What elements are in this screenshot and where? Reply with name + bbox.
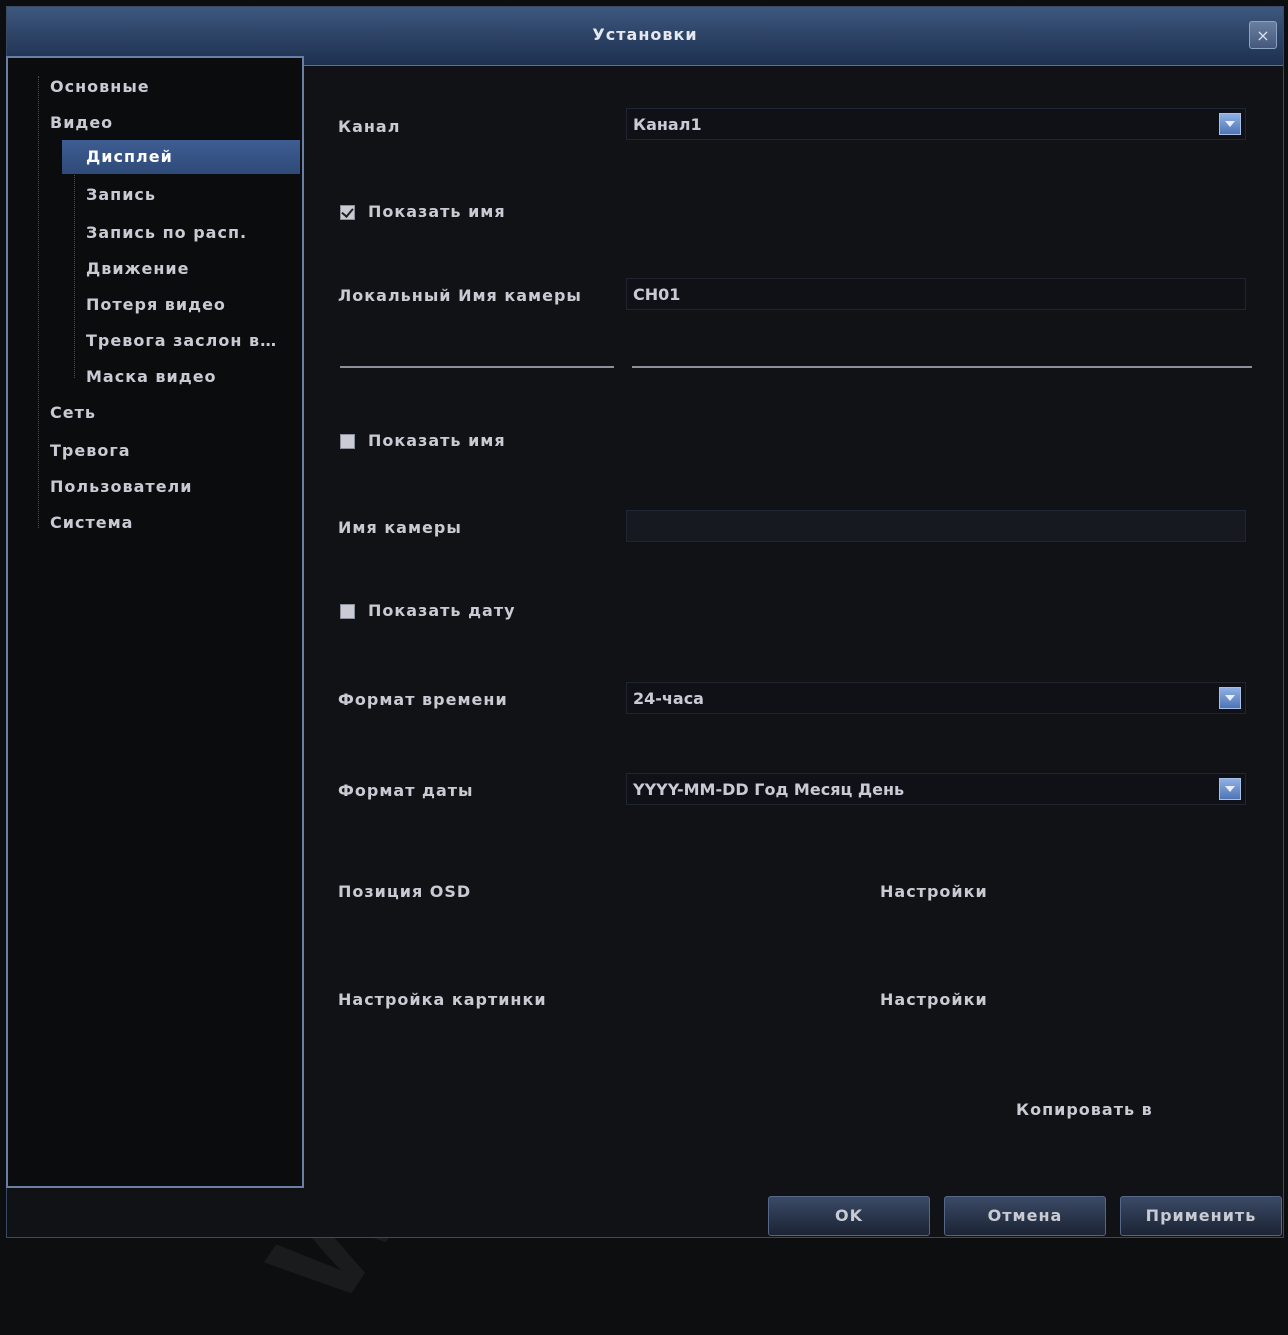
copy-to-button[interactable]: Копировать в — [1016, 1100, 1153, 1119]
show-name-label: Показать имя — [368, 202, 506, 221]
chevron-down-icon[interactable] — [1219, 687, 1241, 709]
show-date-label: Показать дату — [368, 601, 516, 620]
osd-position-label: Позиция OSD — [338, 882, 472, 901]
tree-item-tamper-alarm[interactable]: Тревога заслон в… — [86, 324, 277, 358]
cancel-button[interactable]: Отмена — [944, 1196, 1106, 1236]
time-format-label: Формат времени — [338, 690, 508, 709]
date-format-label: Формат даты — [338, 781, 474, 800]
chevron-down-icon[interactable] — [1219, 778, 1241, 800]
divider — [632, 366, 1252, 368]
show-name-2-label: Показать имя — [368, 431, 506, 450]
local-camera-name-input[interactable]: CH01 — [626, 278, 1246, 310]
camera-name-input[interactable] — [626, 510, 1246, 542]
tree-item-display[interactable]: Дисплей — [62, 140, 300, 174]
date-format-select[interactable]: YYYY-MM-DD Год Месяц День — [626, 773, 1246, 805]
tree-item-system[interactable]: Система — [50, 506, 133, 540]
channel-value: Канал1 — [633, 115, 702, 134]
tree-item-record[interactable]: Запись — [86, 178, 156, 212]
divider — [340, 366, 614, 368]
window-title: Установки — [592, 25, 698, 44]
osd-settings-button[interactable]: Настройки — [880, 882, 988, 901]
chevron-down-icon[interactable] — [1219, 113, 1241, 135]
picture-settings-label: Настройка картинки — [338, 990, 547, 1009]
tree-item-basic[interactable]: Основные — [50, 70, 150, 104]
tree-item-users[interactable]: Пользователи — [50, 470, 192, 504]
picture-settings-button[interactable]: Настройки — [880, 990, 988, 1009]
local-camera-name-label: Локальный Имя камеры — [338, 286, 582, 305]
date-format-value: YYYY-MM-DD Год Месяц День — [633, 780, 905, 799]
tree-item-schedule[interactable]: Запись по расп. — [86, 216, 247, 250]
channel-select[interactable]: Канал1 — [626, 108, 1246, 140]
tree-item-video[interactable]: Видео — [50, 106, 113, 140]
settings-tree: Основные Видео Дисплей Запись Запись по … — [6, 56, 304, 1188]
apply-button[interactable]: Применить — [1120, 1196, 1282, 1236]
tree-item-alarm[interactable]: Тревога — [50, 434, 131, 468]
show-name-checkbox[interactable] — [340, 205, 355, 220]
show-name-2-checkbox[interactable] — [340, 434, 355, 449]
tree-connector — [74, 144, 75, 378]
tree-connector — [38, 76, 39, 528]
close-icon: × — [1256, 26, 1270, 45]
ok-button[interactable]: OK — [768, 1196, 930, 1236]
tree-item-video-mask[interactable]: Маска видео — [86, 360, 217, 394]
time-format-value: 24-часа — [633, 689, 704, 708]
close-button[interactable]: × — [1249, 21, 1277, 49]
channel-label: Канал — [338, 117, 401, 136]
tree-item-network[interactable]: Сеть — [50, 396, 96, 430]
tree-item-video-loss[interactable]: Потеря видео — [86, 288, 226, 322]
local-camera-name-value: CH01 — [633, 285, 681, 304]
show-date-checkbox[interactable] — [340, 604, 355, 619]
camera-name-label: Имя камеры — [338, 518, 462, 537]
tree-item-motion[interactable]: Движение — [86, 252, 189, 286]
time-format-select[interactable]: 24-часа — [626, 682, 1246, 714]
